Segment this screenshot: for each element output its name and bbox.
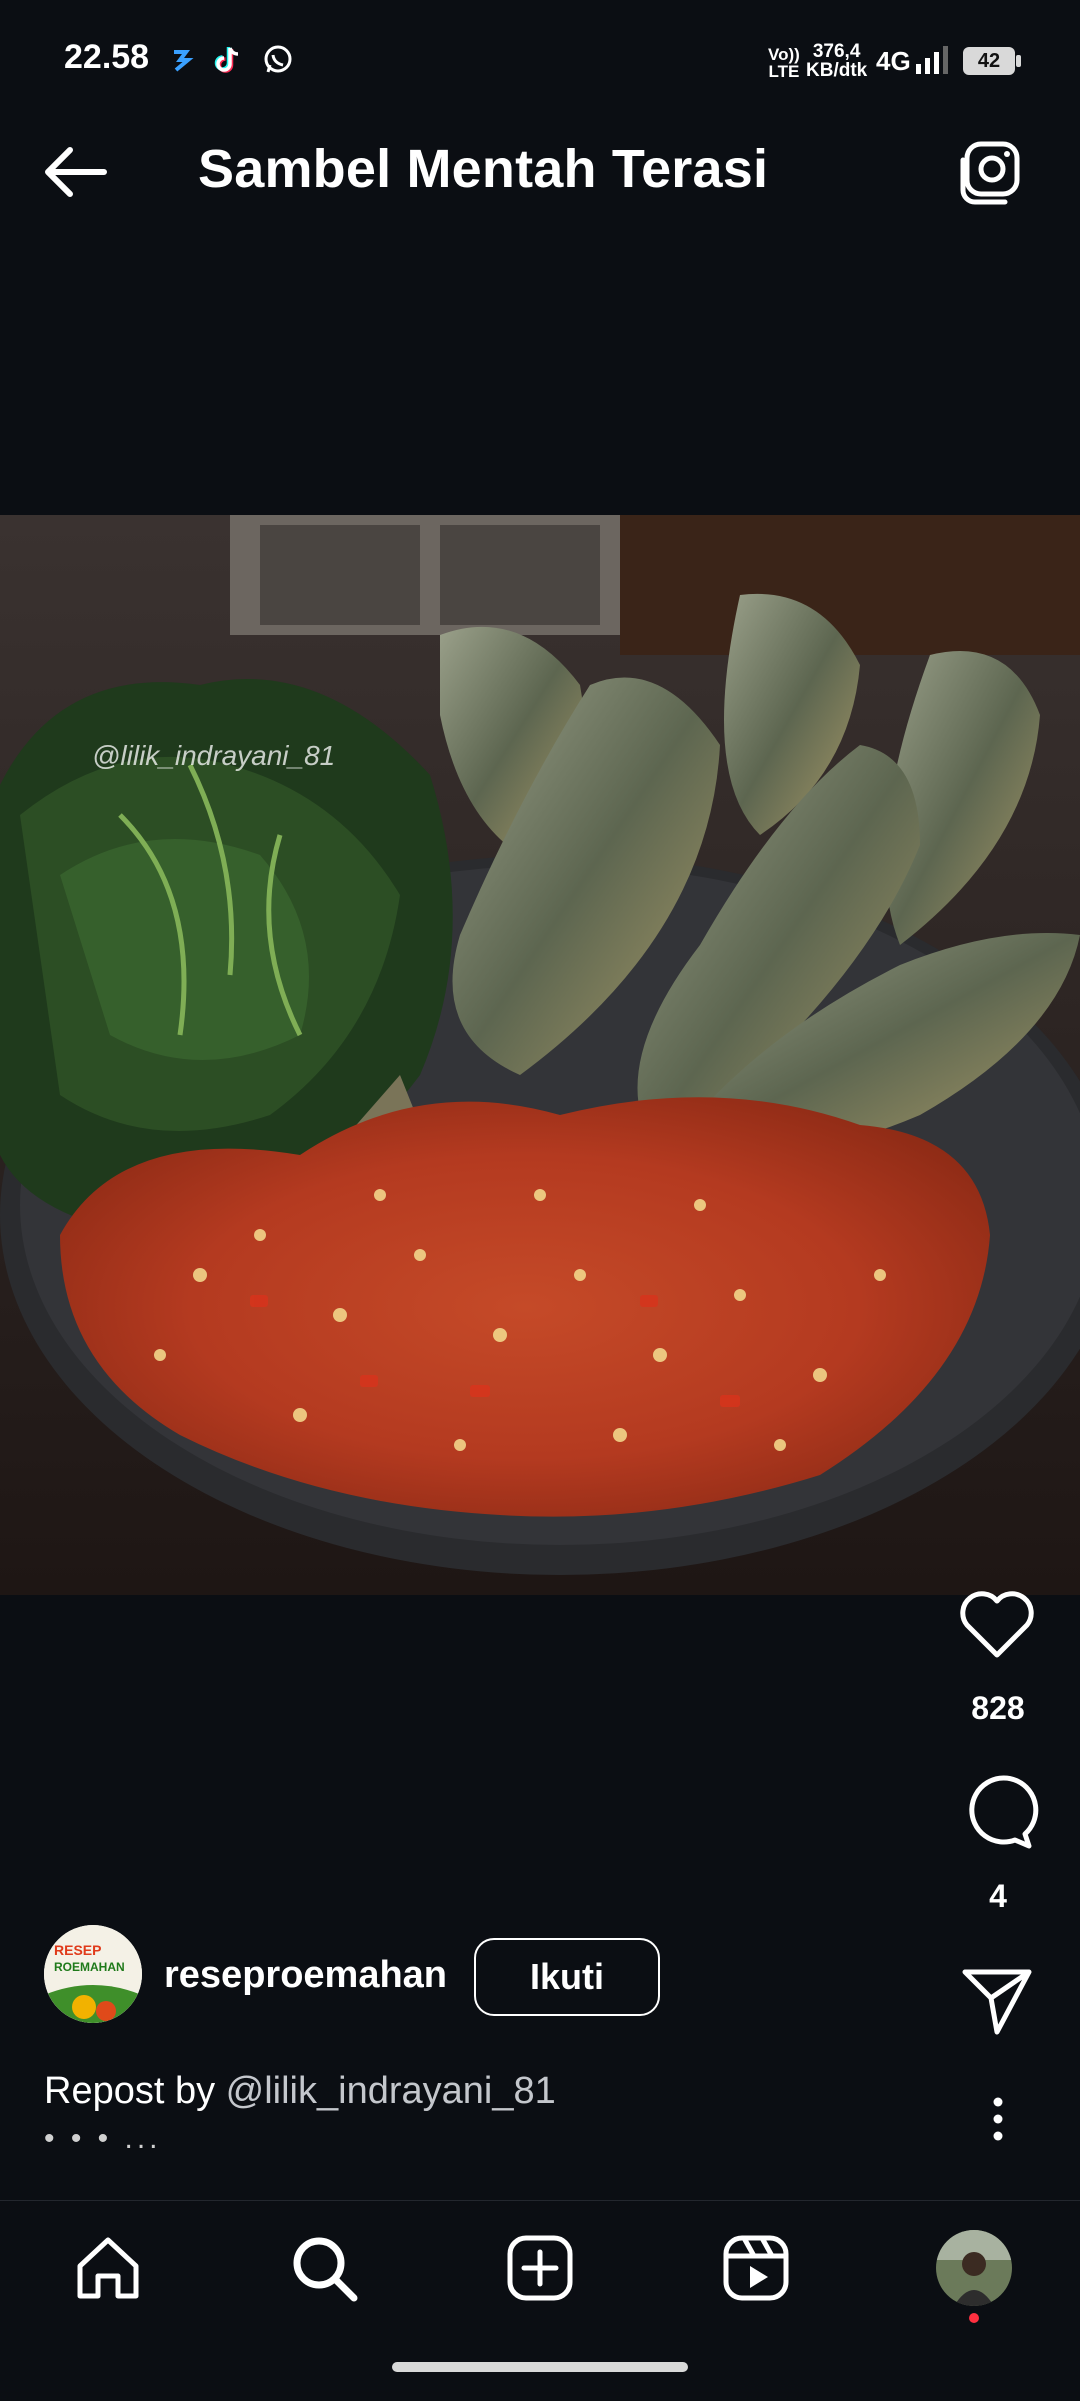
heart-icon (960, 1591, 1034, 1658)
nav-home-button[interactable] (70, 2230, 146, 2306)
status-time: 22.58 (64, 38, 150, 76)
camera-button[interactable] (955, 138, 1025, 208)
avatar-text-bottom: ROEMAHAN (54, 1960, 125, 1974)
caption-mention[interactable]: @lilik_indrayani_81 (226, 2070, 556, 2112)
create-icon (507, 2235, 573, 2301)
comment-button[interactable] (955, 1772, 1039, 1852)
tiktok-icon (212, 44, 244, 76)
battery-tip (1016, 55, 1021, 67)
caption-prefix: Repost by (44, 2070, 216, 2112)
network-speed-value: 376,4 (812, 41, 861, 62)
camera-icon (960, 141, 1020, 205)
home-indicator[interactable] (392, 2362, 688, 2372)
arrow-left-icon (45, 147, 107, 197)
nav-search-button[interactable] (286, 2230, 362, 2306)
follow-button[interactable]: Ikuti (474, 1938, 660, 2016)
more-vertical-icon (993, 2097, 1003, 2141)
like-button[interactable] (955, 1585, 1039, 1665)
network-type: 4G (876, 46, 911, 76)
share-button[interactable] (955, 1960, 1039, 2040)
signal-icon (914, 46, 950, 76)
nav-profile-button[interactable] (936, 2230, 1012, 2306)
network-speed-unit: KB/dtk (806, 60, 868, 81)
network-speed: 376,4 KB/dtk (806, 42, 867, 80)
avatar-text-top: RESEP (54, 1942, 101, 1958)
like-count: 828 (971, 1690, 1025, 1726)
nav-create-button[interactable] (502, 2230, 578, 2306)
volte-indicator: Vo)) LTE (768, 45, 800, 81)
author-username[interactable]: reseproemahan (164, 1954, 447, 1997)
comment-icon (969, 1775, 1039, 1849)
notification-app-icon (168, 44, 200, 76)
whatsapp-icon (262, 44, 294, 76)
nav-reels-button[interactable] (718, 2230, 794, 2306)
reels-icon (723, 2235, 789, 2301)
profile-avatar (936, 2230, 1012, 2306)
post-caption: Repost by @lilik_indrayani_81 (44, 2070, 556, 2113)
caption-more[interactable]: • • • ... (44, 2122, 162, 2156)
photo-watermark: @lilik_indrayani_81 (92, 740, 336, 771)
battery-indicator: 42 (963, 47, 1015, 75)
back-button[interactable] (40, 140, 112, 204)
page-title: Sambel Mentah Terasi (198, 139, 769, 199)
search-icon (293, 2237, 358, 2302)
comment-count: 4 (989, 1878, 1007, 1914)
more-options-button[interactable] (980, 2095, 1016, 2145)
send-icon (962, 1969, 1032, 2035)
notification-dot (969, 2313, 979, 2323)
author-avatar[interactable]: RESEP ROEMAHAN (44, 1925, 142, 2023)
home-icon (77, 2237, 139, 2299)
post-photo[interactable] (0, 515, 1080, 1595)
